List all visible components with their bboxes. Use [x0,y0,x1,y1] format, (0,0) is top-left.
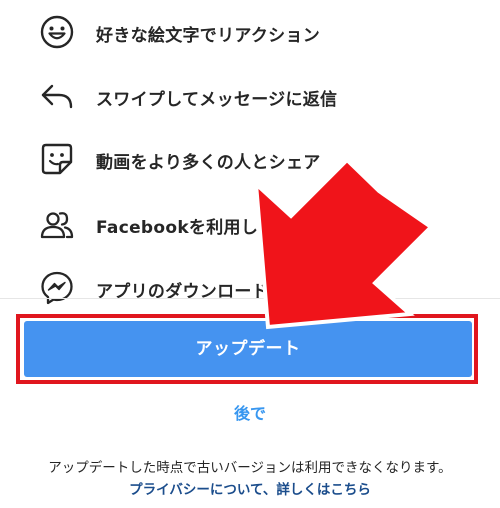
people-icon [39,206,75,242]
feature-label: Facebookを利用しているチャット [96,218,379,238]
reply-arrow-icon [39,78,75,114]
update-button[interactable]: アップデート [24,321,472,377]
feature-item-facebook-chat: Facebookを利用しているチャット [0,204,500,244]
feature-item-swipe-reply: スワイプしてメッセージに返信 [0,76,500,116]
sticker-icon [39,141,75,177]
feature-label: 動画をより多くの人とシェア [96,153,321,173]
feature-item-no-download: アプリのダウンロードはありません [0,268,500,308]
privacy-link[interactable]: プライバシーについて、詳しくはこちら [0,478,500,498]
feature-item-emoji-reaction: 好きな絵文字でリアクション [0,12,500,52]
later-button[interactable]: 後で [0,400,500,424]
divider [0,298,500,299]
feature-label: スワイプしてメッセージに返信 [96,90,338,110]
messenger-icon [39,270,75,306]
feature-item-share-video: 動画をより多くの人とシェア [0,139,500,179]
smile-emoji-icon [39,14,75,50]
feature-label: 好きな絵文字でリアクション [96,26,321,46]
update-notice-text: アップデートした時点で古いバージョンは利用できなくなります。 [48,460,452,476]
